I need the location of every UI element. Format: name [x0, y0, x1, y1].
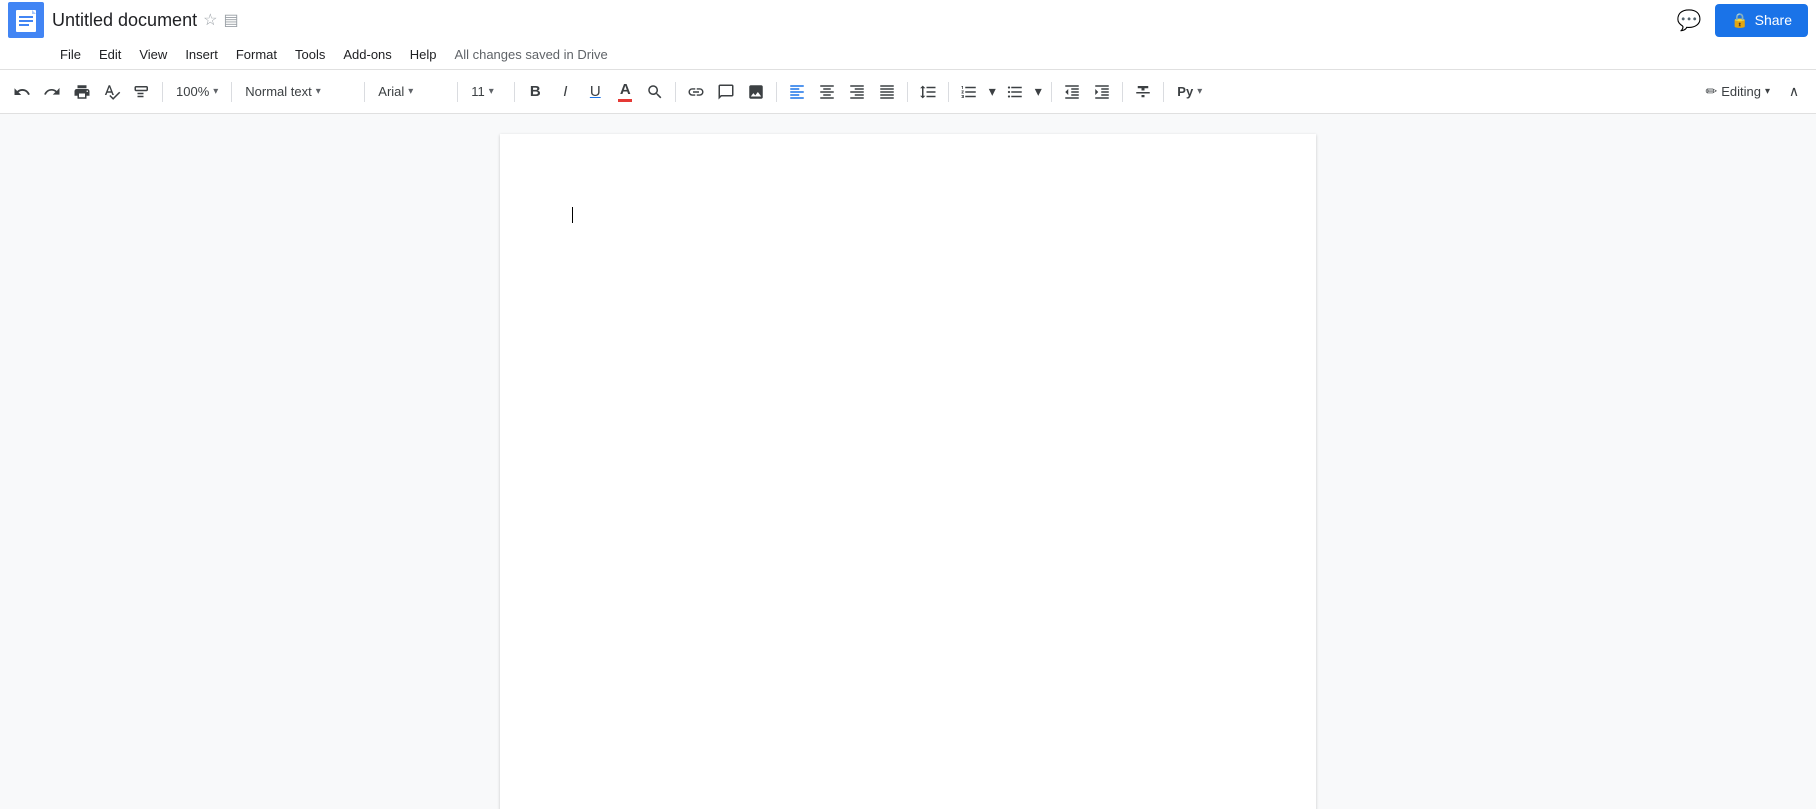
- highlight-button[interactable]: [641, 78, 669, 106]
- star-icon[interactable]: ☆: [203, 10, 217, 30]
- separator-6: [675, 82, 676, 102]
- text-style-value: Normal text: [245, 84, 311, 99]
- align-center-button[interactable]: [813, 78, 841, 106]
- font-selector[interactable]: Arial ▾: [371, 78, 451, 106]
- text-style-arrow: ▾: [316, 86, 321, 97]
- macros-arrow: ▾: [1197, 86, 1202, 97]
- italic-button[interactable]: I: [551, 78, 579, 106]
- separator-10: [1051, 82, 1052, 102]
- font-size-value: 11: [471, 84, 485, 99]
- share-label: Share: [1755, 12, 1792, 28]
- bold-button[interactable]: B: [521, 78, 549, 106]
- text-style-selector[interactable]: Normal text ▾: [238, 78, 358, 106]
- doc-title-area: Untitled document ☆ ▤: [52, 10, 1671, 31]
- header-right: 💬 🔒 Share: [1671, 2, 1808, 38]
- macros-value: Py: [1177, 84, 1193, 99]
- redo-button[interactable]: [38, 78, 66, 106]
- font-arrow: ▾: [408, 86, 413, 97]
- menu-help[interactable]: Help: [402, 43, 445, 66]
- font-size-selector[interactable]: 11 ▾: [464, 78, 508, 106]
- menu-tools[interactable]: Tools: [287, 43, 333, 66]
- separator-9: [948, 82, 949, 102]
- folder-icon[interactable]: ▤: [223, 10, 238, 30]
- zoom-arrow: ▾: [213, 86, 218, 97]
- separator-8: [907, 82, 908, 102]
- doc-title[interactable]: Untitled document: [52, 10, 197, 31]
- link-button[interactable]: [682, 78, 710, 106]
- document-page[interactable]: [500, 134, 1316, 809]
- separator-3: [364, 82, 365, 102]
- text-color-button[interactable]: A: [611, 78, 639, 106]
- bullet-list-dropdown[interactable]: ▾: [1031, 78, 1045, 106]
- insert-comment-button[interactable]: [712, 78, 740, 106]
- menu-file[interactable]: File: [52, 43, 89, 66]
- editing-mode-label: Editing: [1721, 84, 1761, 99]
- menu-addons[interactable]: Add-ons: [335, 43, 399, 66]
- justify-button[interactable]: [873, 78, 901, 106]
- font-value: Arial: [378, 84, 404, 99]
- share-button[interactable]: 🔒 Share: [1715, 4, 1808, 37]
- separator-11: [1122, 82, 1123, 102]
- macros-selector[interactable]: Py ▾: [1170, 78, 1209, 106]
- editing-mode-arrow: ▾: [1765, 86, 1770, 97]
- undo-button[interactable]: [8, 78, 36, 106]
- underline-button[interactable]: U: [581, 78, 609, 106]
- line-spacing-button[interactable]: [914, 78, 942, 106]
- separator-1: [162, 82, 163, 102]
- app-logo: [8, 2, 44, 38]
- separator-5: [514, 82, 515, 102]
- zoom-value: 100%: [176, 84, 209, 99]
- saved-status: All changes saved in Drive: [455, 47, 608, 62]
- editing-mode-selector[interactable]: ✏ Editing ▾: [1697, 79, 1778, 104]
- zoom-selector[interactable]: 100% ▾: [169, 78, 225, 106]
- separator-12: [1163, 82, 1164, 102]
- menu-format[interactable]: Format: [228, 43, 285, 66]
- collapse-icon: ∧: [1789, 83, 1799, 100]
- toolbar: 100% ▾ Normal text ▾ Arial ▾ 11 ▾ B I U …: [0, 70, 1816, 114]
- text-cursor: [572, 207, 573, 223]
- align-right-button[interactable]: [843, 78, 871, 106]
- insert-image-button[interactable]: [742, 78, 770, 106]
- pencil-icon: ✏: [1705, 83, 1717, 100]
- separator-4: [457, 82, 458, 102]
- comment-button[interactable]: 💬: [1671, 2, 1707, 38]
- lock-icon: 🔒: [1731, 12, 1748, 29]
- decrease-indent-button[interactable]: [1058, 78, 1086, 106]
- bullet-list-button[interactable]: [1001, 78, 1029, 106]
- numbered-list-dropdown[interactable]: ▾: [985, 78, 999, 106]
- separator-2: [231, 82, 232, 102]
- spellcheck-button[interactable]: [98, 78, 126, 106]
- separator-7: [776, 82, 777, 102]
- font-size-arrow: ▾: [489, 86, 494, 97]
- paint-format-button[interactable]: [128, 78, 156, 106]
- collapse-toolbar-button[interactable]: ∧: [1780, 78, 1808, 106]
- increase-indent-button[interactable]: [1088, 78, 1116, 106]
- menu-insert[interactable]: Insert: [177, 43, 226, 66]
- menu-view[interactable]: View: [131, 43, 175, 66]
- print-button[interactable]: [68, 78, 96, 106]
- strikethrough-button[interactable]: [1129, 78, 1157, 106]
- numbered-list-button[interactable]: [955, 78, 983, 106]
- menu-edit[interactable]: Edit: [91, 43, 129, 66]
- align-left-button[interactable]: [783, 78, 811, 106]
- menu-bar: File Edit View Insert Format Tools Add-o…: [0, 40, 1816, 70]
- document-area: [0, 114, 1816, 809]
